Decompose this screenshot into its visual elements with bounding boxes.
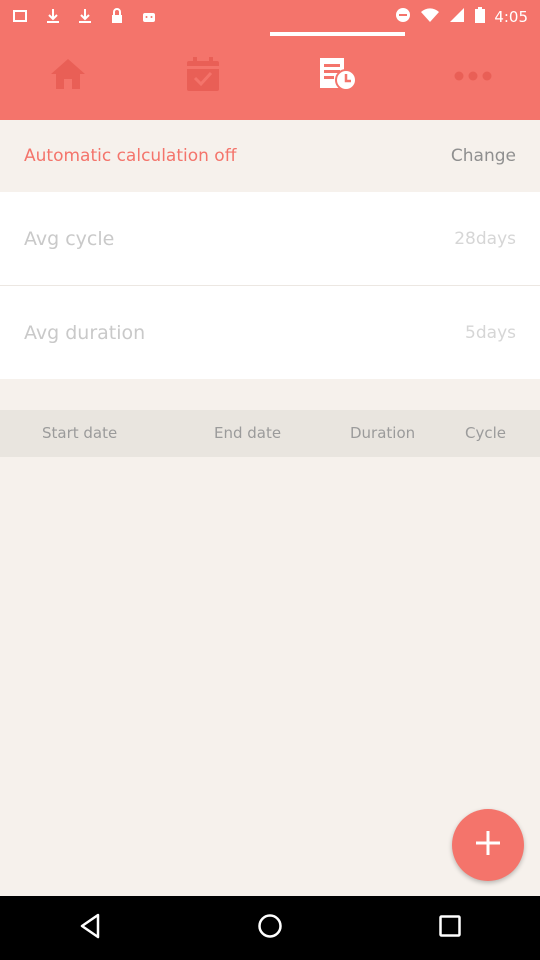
avg-cycle-value: 28days bbox=[454, 228, 516, 249]
home-button[interactable] bbox=[240, 898, 300, 958]
android-icon bbox=[138, 5, 160, 27]
tab-home[interactable] bbox=[0, 32, 135, 120]
calculation-status: Automatic calculation off bbox=[24, 146, 237, 166]
home-circle-icon bbox=[257, 913, 283, 943]
clock-time: 4:05 bbox=[494, 8, 528, 26]
do-not-disturb-icon bbox=[394, 6, 412, 28]
change-button[interactable]: Change bbox=[451, 146, 516, 166]
avg-duration-label: Avg duration bbox=[24, 321, 146, 344]
tab-calendar[interactable] bbox=[135, 32, 270, 120]
avg-duration-value: 5days bbox=[465, 322, 516, 343]
status-bar: 4:05 bbox=[0, 0, 540, 32]
home-icon bbox=[49, 57, 87, 95]
plus-icon bbox=[473, 828, 503, 862]
add-button[interactable] bbox=[452, 809, 524, 881]
more-dots-icon bbox=[453, 67, 493, 86]
notification-icon bbox=[10, 5, 32, 27]
battery-icon bbox=[474, 6, 486, 28]
table-header: Start date End date Duration Cycle bbox=[0, 410, 540, 457]
wifi-icon bbox=[420, 6, 440, 28]
tab-history[interactable] bbox=[270, 32, 405, 120]
column-end-date: End date bbox=[214, 424, 282, 442]
avg-cycle-row[interactable]: Avg cycle 28days bbox=[0, 192, 540, 285]
tab-more[interactable] bbox=[405, 32, 540, 120]
recents-button[interactable] bbox=[420, 898, 480, 958]
history-list-icon bbox=[318, 56, 358, 96]
column-start-date: Start date bbox=[42, 424, 118, 442]
back-button[interactable] bbox=[60, 898, 120, 958]
download-icon-2 bbox=[74, 5, 96, 27]
back-icon bbox=[78, 913, 102, 943]
signal-icon bbox=[448, 6, 466, 28]
column-cycle: Cycle bbox=[465, 424, 506, 442]
avg-duration-row[interactable]: Avg duration 5days bbox=[0, 286, 540, 379]
download-icon bbox=[42, 5, 64, 27]
top-nav bbox=[0, 32, 540, 120]
calendar-check-icon bbox=[186, 56, 220, 96]
recents-icon bbox=[438, 914, 462, 942]
system-nav-bar bbox=[0, 896, 540, 960]
avg-cycle-label: Avg cycle bbox=[24, 227, 115, 250]
lock-icon bbox=[106, 5, 128, 27]
calculation-row: Automatic calculation off Change bbox=[0, 120, 540, 192]
column-duration: Duration bbox=[350, 424, 416, 442]
